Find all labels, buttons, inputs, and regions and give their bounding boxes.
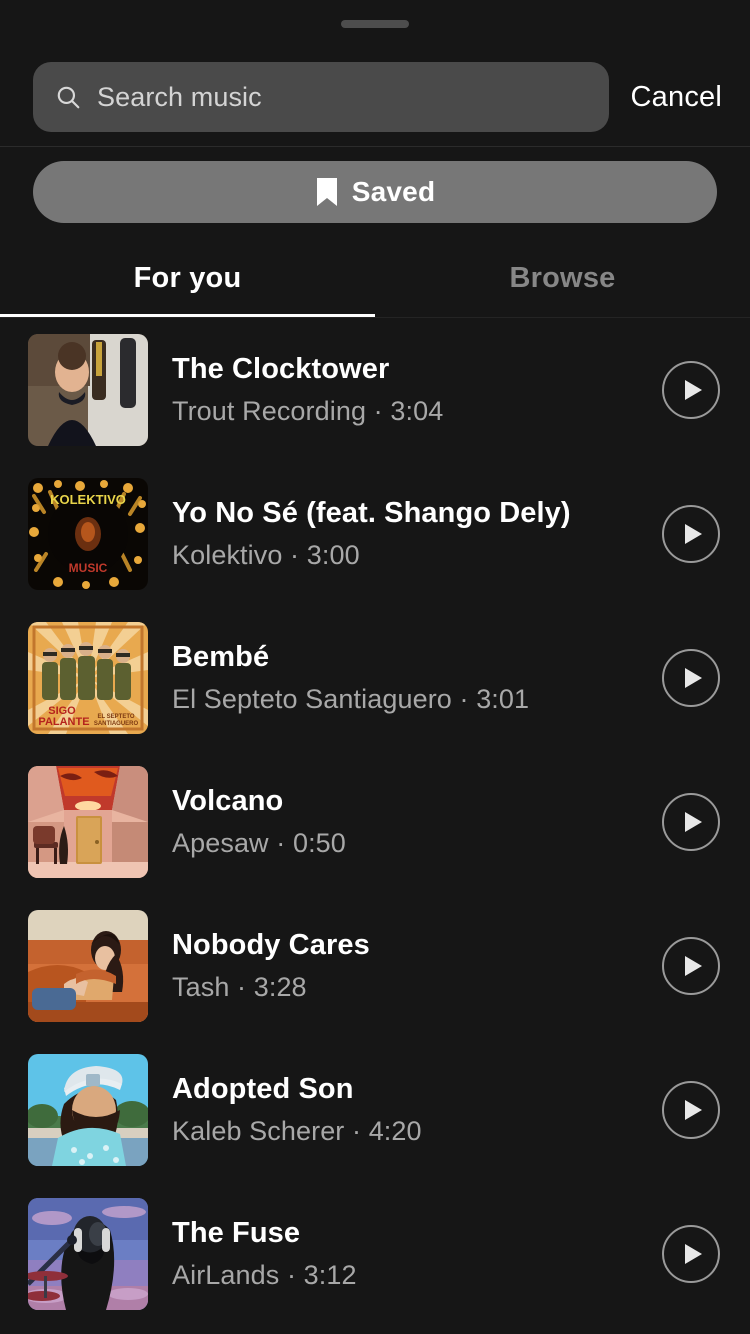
table-row[interactable]: The Clocktower Trout Recording · 3:04 <box>0 318 750 462</box>
track-list: The Clocktower Trout Recording · 3:04 KO… <box>0 318 750 1334</box>
search-input[interactable]: Search music <box>33 62 609 132</box>
track-meta: AirLands · 3:12 <box>172 1260 357 1290</box>
saved-filter-area: Saved <box>0 147 750 239</box>
play-button[interactable] <box>662 361 720 419</box>
cancel-button[interactable]: Cancel <box>627 81 726 114</box>
play-button[interactable] <box>662 937 720 995</box>
track-info: Volcano Apesaw · 0:50 <box>172 785 638 859</box>
track-title: Nobody Cares <box>172 929 370 961</box>
table-row[interactable]: Volcano Apesaw · 0:50 <box>0 750 750 894</box>
album-art <box>28 910 148 1022</box>
play-button[interactable] <box>662 793 720 851</box>
play-button[interactable] <box>662 1225 720 1283</box>
drag-handle-area[interactable] <box>0 0 750 48</box>
track-title: Adopted Son <box>172 1073 354 1105</box>
music-search-sheet: Search music Cancel Saved For you Browse <box>0 0 750 1334</box>
saved-filter-button[interactable]: Saved <box>33 161 717 223</box>
track-meta: El Septeto Santiaguero · 3:01 <box>172 684 530 714</box>
saved-filter-label: Saved <box>351 176 436 207</box>
tab-for-you[interactable]: For you <box>0 239 375 317</box>
table-row[interactable]: SIGO PALANTE EL SEPTETO SANTIAGUERO Bemb… <box>0 606 750 750</box>
play-icon <box>685 668 702 688</box>
svg-text:KOLEKTIVO: KOLEKTIVO <box>50 492 126 507</box>
track-meta: Kolektivo · 3:00 <box>172 540 360 570</box>
album-art <box>28 334 148 446</box>
play-button[interactable] <box>662 505 720 563</box>
play-icon <box>685 1244 702 1264</box>
svg-text:PALANTE: PALANTE <box>38 716 89 728</box>
tab-active-indicator <box>0 314 375 317</box>
album-art: SIGO PALANTE EL SEPTETO SANTIAGUERO <box>28 622 148 734</box>
track-info: The Fuse AirLands · 3:12 <box>172 1217 638 1291</box>
play-icon <box>685 524 702 544</box>
track-meta: Apesaw · 0:50 <box>172 828 346 858</box>
play-icon <box>685 1100 702 1120</box>
track-title: The Clocktower <box>172 353 390 385</box>
svg-text:MUSIC: MUSIC <box>69 561 108 575</box>
track-meta: Tash · 3:28 <box>172 972 307 1002</box>
bookmark-icon <box>316 178 337 206</box>
album-art <box>28 1054 148 1166</box>
track-info: Bembé El Septeto Santiaguero · 3:01 <box>172 641 638 715</box>
play-button[interactable] <box>662 1081 720 1139</box>
svg-text:SANTIAGUERO: SANTIAGUERO <box>94 721 139 727</box>
track-title: Yo No Sé (feat. Shango Dely) <box>172 497 571 529</box>
track-info: The Clocktower Trout Recording · 3:04 <box>172 353 638 427</box>
table-row[interactable]: The Fuse AirLands · 3:12 <box>0 1182 750 1326</box>
track-title: The Fuse <box>172 1217 301 1249</box>
play-icon <box>685 380 702 400</box>
track-title: Volcano <box>172 785 284 817</box>
track-info: Nobody Cares Tash · 3:28 <box>172 929 638 1003</box>
album-art-row[interactable]: Adopted Son Kaleb Scherer · 4:20 <box>0 1038 750 1182</box>
track-meta: Trout Recording · 3:04 <box>172 396 444 426</box>
track-meta: Kaleb Scherer · 4:20 <box>172 1116 422 1146</box>
svg-text:EL SEPTETO: EL SEPTETO <box>97 714 134 720</box>
table-row[interactable]: KOLEKTIVO MUSIC Yo No Sé (feat. Shango D… <box>0 462 750 606</box>
play-button[interactable] <box>662 649 720 707</box>
search-icon <box>57 86 80 109</box>
track-info: Adopted Son Kaleb Scherer · 4:20 <box>172 1073 638 1147</box>
play-icon <box>685 956 702 976</box>
search-bar: Search music Cancel <box>0 48 750 146</box>
tab-bar: For you Browse <box>0 239 750 317</box>
play-icon <box>685 812 702 832</box>
track-title: Bembé <box>172 641 270 673</box>
album-art <box>28 1198 148 1310</box>
album-art <box>28 766 148 878</box>
table-row[interactable]: Nobody Cares Tash · 3:28 <box>0 894 750 1038</box>
search-placeholder-text: Search music <box>97 81 262 112</box>
drag-handle[interactable] <box>341 20 409 28</box>
tab-browse[interactable]: Browse <box>375 239 750 317</box>
album-art: KOLEKTIVO MUSIC <box>28 478 148 590</box>
track-info: Yo No Sé (feat. Shango Dely) Kolektivo ·… <box>172 497 638 571</box>
